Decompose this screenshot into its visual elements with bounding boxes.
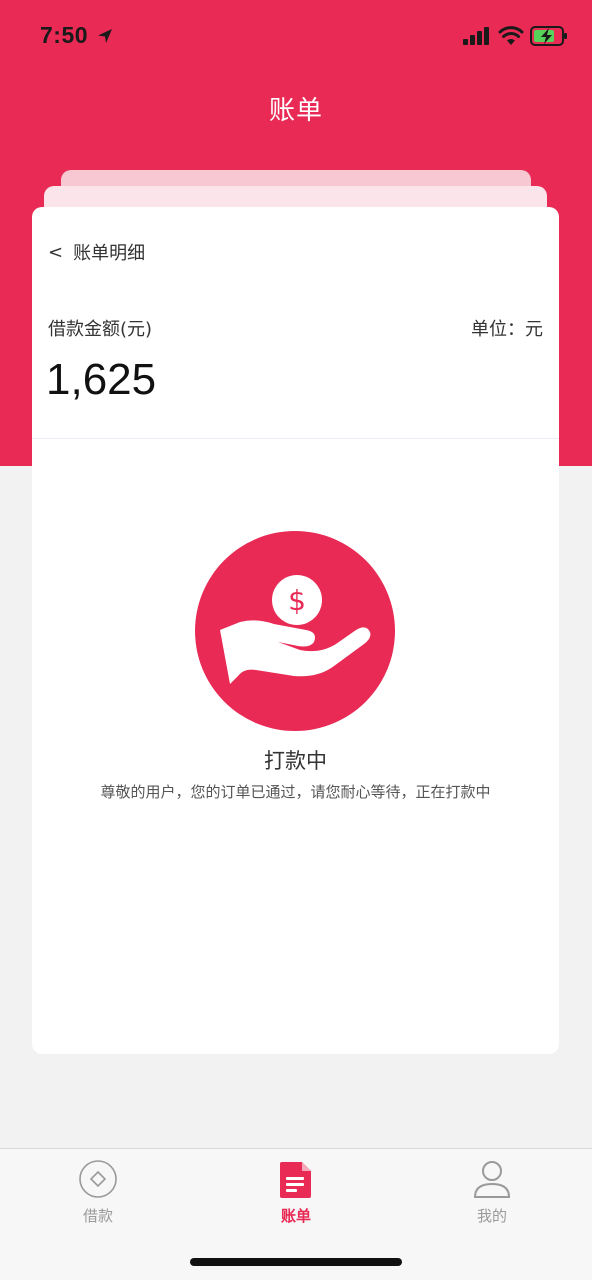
tab-label: 账单 xyxy=(280,1207,311,1225)
tab-label: 我的 xyxy=(476,1207,507,1225)
back-button[interactable]: < 账单明细 xyxy=(48,239,145,265)
hand-holding-dollar-icon: $ xyxy=(195,531,395,731)
chevron-left-icon: < xyxy=(48,241,64,263)
battery-charging-icon xyxy=(530,26,567,46)
unit-label: 单位：元 xyxy=(471,319,543,340)
location-arrow-icon xyxy=(98,29,112,43)
divider xyxy=(32,438,559,439)
tab-label: 借款 xyxy=(82,1207,113,1225)
tab-bill[interactable]: 账单 xyxy=(236,1159,356,1226)
page-title: 账单 xyxy=(268,96,323,126)
back-label: 账单明细 xyxy=(73,243,146,264)
home-indicator[interactable] xyxy=(190,1258,402,1266)
status-bar: 7:50 xyxy=(0,0,592,72)
bill-card: < 账单明细 借款金额(元) 单位：元 1,625 $ 打款中 尊敬的用户，您的… xyxy=(32,207,559,1054)
wifi-icon xyxy=(498,26,524,45)
user-icon xyxy=(473,1161,511,1198)
state-title: 打款中 xyxy=(264,749,327,773)
amount-value: 1,625 xyxy=(46,355,157,404)
amount-label: 借款金额(元) xyxy=(48,319,153,340)
coin-icon xyxy=(79,1160,117,1198)
document-icon xyxy=(280,1162,311,1198)
cellular-signal-icon xyxy=(463,27,489,45)
tab-mine[interactable]: 我的 xyxy=(432,1159,552,1226)
status-time: 7:50 xyxy=(40,22,89,48)
svg-text:$: $ xyxy=(288,584,306,617)
tab-loan[interactable]: 借款 xyxy=(38,1159,158,1226)
state-description: 尊敬的用户，您的订单已通过，请您耐心等待，正在打款中 xyxy=(100,783,491,801)
